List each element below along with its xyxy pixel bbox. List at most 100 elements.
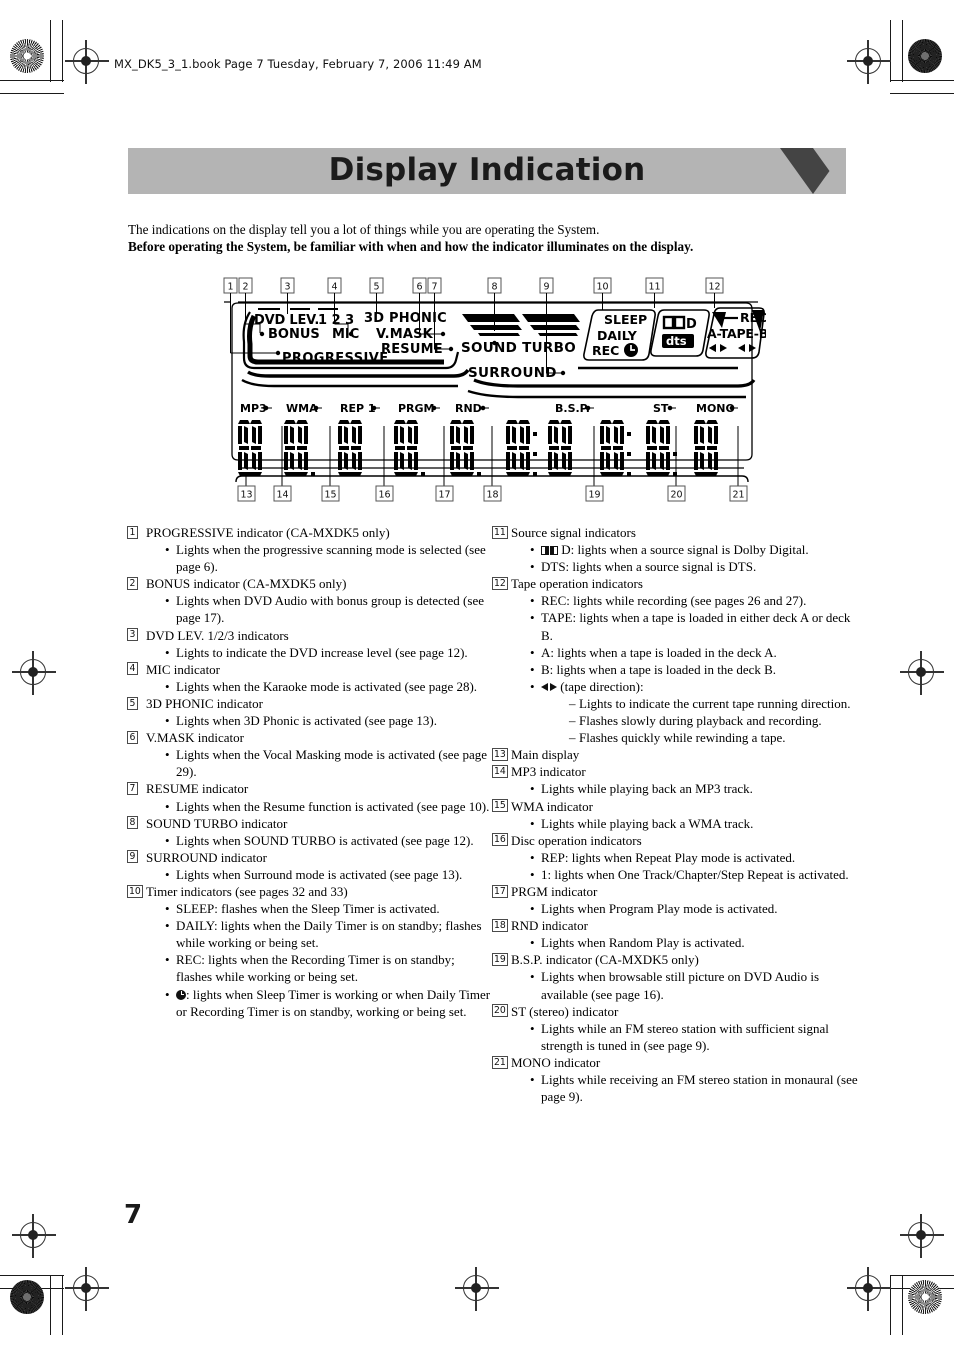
svg-text:7: 7 — [431, 282, 437, 293]
registration-star-top-left — [10, 39, 44, 73]
bullet-dot: • — [165, 901, 170, 917]
crop-mark-top-right-h2 — [890, 93, 954, 95]
callout-number-9: 9 — [127, 850, 138, 864]
svg-text:PRGM: PRGM — [398, 402, 435, 415]
bullet-dot: • — [530, 815, 535, 831]
display-panel-figure: .lbl { font-family: "DejaVu Sans", sans-… — [218, 276, 766, 508]
item-title: B.S.P. indicator (CA-MXDK5 only) — [511, 952, 699, 968]
upper-indicator-zone: DVD LEV. 1 2 3 BONUS MIC PROGRESSIVE 3D … — [230, 307, 766, 399]
list-item-7: 7 RESUME indicator • Lights when the Resu… — [127, 780, 493, 814]
bullet-dot: • — [530, 593, 535, 609]
bullet-list: • Lights while playing back a WMA track. — [511, 815, 858, 832]
item-title: MIC indicator — [146, 661, 221, 677]
svg-text:MP3: MP3 — [240, 402, 267, 415]
bullet-list: • D: lights when a source signal is Dolb… — [511, 541, 858, 575]
callout-number-18: 18 — [492, 918, 508, 932]
bullet-dot: • — [165, 713, 170, 729]
list-item-18: 18 RND indicator • Lights when Random Pla… — [492, 917, 858, 951]
svg-text:DVD LEV.: DVD LEV. — [254, 313, 319, 328]
item-title: WMA indicator — [511, 798, 593, 814]
bullet-list: • Lights when the progressive scanning mo… — [146, 541, 493, 575]
bullet-item: • REP: lights when Repeat Play mode is ac… — [530, 849, 796, 865]
svg-text:SLEEP: SLEEP — [604, 312, 647, 327]
svg-text:dts: dts — [666, 334, 687, 348]
svg-text:14: 14 — [276, 490, 288, 501]
callout-number-1: 1 — [127, 525, 138, 539]
bullet-dot: • — [165, 747, 170, 763]
timer-indicator-capsule: SLEEP DAILY REC — [583, 309, 656, 361]
svg-text:WMA: WMA — [286, 402, 318, 415]
registration-target-bottom-center — [65, 1267, 109, 1311]
bullet-item-dolby: • D: lights when a source signal is Dolb… — [530, 542, 809, 558]
svg-text:12: 12 — [708, 282, 720, 293]
page-title: Display Indication — [328, 152, 646, 188]
bullet-dot: • — [165, 798, 170, 814]
callout-number-11: 11 — [492, 525, 508, 539]
bullet-list: • Lights when the Vocal Masking mode is a… — [146, 746, 493, 780]
bullet-list: • Lights to indicate the DVD increase lev… — [146, 644, 493, 661]
bullet-item: • Lights while receiving an FM stereo sta… — [530, 1072, 858, 1105]
tape-direction-left-arrow-icon — [541, 683, 548, 692]
svg-text:13: 13 — [240, 490, 252, 501]
item-title: ST (stereo) indicator — [511, 1003, 619, 1019]
registration-star-bottom-right — [908, 1280, 942, 1314]
registration-target-top-left — [65, 40, 109, 84]
bullet-dot: • — [530, 1072, 535, 1087]
bullet-item: • Lights when SOUND TURBO is activated (s… — [165, 832, 474, 848]
bullet-dot: • — [165, 542, 170, 558]
registration-target-bottom-center2 — [847, 1267, 891, 1311]
callout-number-10: 10 — [127, 884, 143, 898]
bullet-dot: • — [530, 901, 535, 917]
bullet-item: • DAILY: lights when the Daily Timer is o… — [165, 918, 482, 951]
list-item-9: 9 SURROUND indicator • Lights when Surrou… — [127, 849, 493, 883]
svg-text:20: 20 — [670, 490, 682, 501]
display-panel-diagram: .lbl { font-family: "DejaVu Sans", sans-… — [223, 277, 766, 502]
svg-text:18: 18 — [486, 490, 498, 501]
svg-text:RESUME: RESUME — [381, 342, 443, 357]
bullet-dot: • — [530, 781, 535, 797]
item-title: SURROUND indicator — [146, 849, 267, 865]
bullet-list: • Lights when Surround mode is activated … — [146, 866, 493, 883]
figure-bottom-callouts: 13 14 15 16 17 18 19 20 21 — [237, 426, 748, 502]
callout-number-19: 19 — [492, 952, 508, 966]
bullet-dot: • — [165, 918, 170, 934]
item-title: PRGM indicator — [511, 883, 598, 899]
crop-mark-bottom-left-h — [0, 1275, 64, 1277]
bullet-dot: • — [530, 559, 535, 575]
sub-bullet-item: – Lights to indicate the current tape run… — [569, 695, 851, 711]
figure-top-callouts: 1 2 3 4 5 6 7 8 9 10 11 12 — [223, 277, 724, 294]
bullet-item: • Lights while an FM stereo station with … — [530, 1020, 829, 1053]
registration-target-mid-right — [900, 651, 944, 695]
page-number: 7 — [124, 1200, 143, 1230]
registration-star-top-right — [908, 39, 942, 73]
bullet-item: • Lights while playing back an MP3 track. — [530, 781, 753, 797]
item-title: V.MASK indicator — [146, 730, 244, 746]
crop-mark-bottom-right-v — [890, 1275, 892, 1335]
callout-number-2: 2 — [127, 576, 138, 590]
item-title: RESUME indicator — [146, 781, 249, 797]
bullet-item: • A: lights when a tape is loaded in the … — [530, 644, 777, 660]
crop-mark-top-left-v — [50, 20, 52, 82]
svg-text:11: 11 — [648, 282, 660, 293]
bullet-list: • Lights while receiving an FM stereo sta… — [511, 1071, 858, 1105]
svg-text:8: 8 — [491, 282, 497, 293]
indicator-list-right-column: 11 Source signal indicators • D: lights … — [492, 524, 858, 1105]
bullet-list: • Lights while an FM stereo station with … — [511, 1020, 858, 1054]
sound-turbo-graphic — [462, 314, 580, 336]
bullet-dot: • — [530, 661, 535, 677]
callout-number-17: 17 — [492, 884, 508, 898]
source-signal-capsule: D dts — [650, 309, 710, 357]
bullet-item: • REC: lights when the Recording Timer is… — [165, 952, 455, 985]
list-item-13: 13 Main display — [492, 746, 858, 763]
callout-number-7: 7 — [127, 782, 138, 795]
svg-text:DAILY: DAILY — [597, 328, 638, 343]
svg-text:4: 4 — [331, 282, 337, 293]
crop-mark-top-right-v — [890, 20, 892, 82]
bullet-list: • Lights while playing back an MP3 track. — [511, 780, 858, 797]
svg-text:15: 15 — [324, 490, 336, 501]
item-title: Main display — [511, 747, 580, 763]
dolby-double-d-icon-left — [541, 546, 549, 556]
registration-target-mid-left — [12, 651, 56, 695]
page-title-banner: Display Indication — [128, 148, 846, 194]
bullet-list: • Lights when DVD Audio with bonus group … — [146, 592, 493, 626]
